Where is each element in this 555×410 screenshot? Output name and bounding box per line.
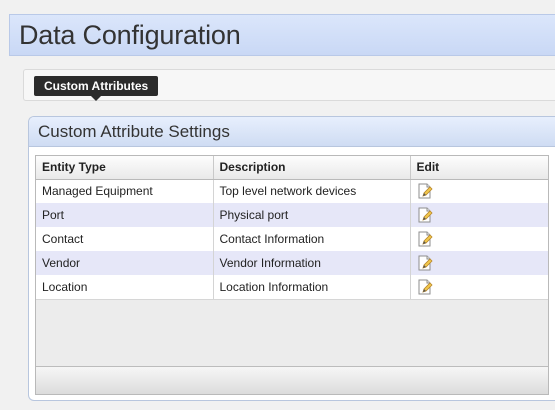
custom-attribute-settings-panel: Custom Attribute Settings Entity Type De… — [28, 116, 555, 401]
table-row[interactable]: Port Physical port — [36, 203, 548, 227]
edit-document-icon[interactable] — [417, 183, 433, 199]
attributes-table: Entity Type Description Edit Managed Equ… — [35, 155, 549, 395]
description-cell: Vendor Information — [213, 251, 411, 275]
panel-header: Custom Attribute Settings — [29, 117, 555, 147]
table-header-row: Entity Type Description Edit — [36, 156, 548, 180]
column-header-edit[interactable]: Edit — [410, 156, 548, 180]
table-empty-area — [36, 299, 548, 367]
column-header-description[interactable]: Description — [213, 156, 411, 180]
table-row[interactable]: Contact Contact Information — [36, 227, 548, 251]
description-cell: Location Information — [213, 275, 411, 299]
edit-cell — [410, 203, 548, 227]
entity-type-cell: Location — [36, 275, 214, 299]
column-header-entity-type[interactable]: Entity Type — [36, 156, 214, 180]
page-title: Data Configuration — [19, 20, 241, 50]
table-row[interactable]: Managed Equipment Top level network devi… — [36, 179, 548, 203]
edit-document-icon[interactable] — [417, 231, 433, 247]
description-cell: Contact Information — [213, 227, 411, 251]
edit-cell — [410, 227, 548, 251]
description-cell: Physical port — [213, 203, 411, 227]
table-row[interactable]: Vendor Vendor Information — [36, 251, 548, 275]
table-row[interactable]: Location Location Information — [36, 275, 548, 299]
description-cell: Top level network devices — [213, 179, 411, 203]
panel-title: Custom Attribute Settings — [38, 122, 230, 141]
edit-cell — [410, 179, 548, 203]
entity-type-cell: Contact — [36, 227, 214, 251]
entity-type-cell: Port — [36, 203, 214, 227]
edit-document-icon[interactable] — [417, 279, 433, 295]
table-footer — [36, 366, 548, 394]
tab-custom-attributes[interactable]: Custom Attributes — [34, 76, 159, 101]
edit-document-icon[interactable] — [417, 255, 433, 271]
entity-type-cell: Managed Equipment — [36, 179, 214, 203]
page-title-bar: Data Configuration — [9, 14, 555, 56]
tab-strip: Custom Attributes — [23, 69, 555, 101]
entity-type-cell: Vendor — [36, 251, 214, 275]
edit-document-icon[interactable] — [417, 207, 433, 223]
edit-cell — [410, 275, 548, 299]
edit-cell — [410, 251, 548, 275]
